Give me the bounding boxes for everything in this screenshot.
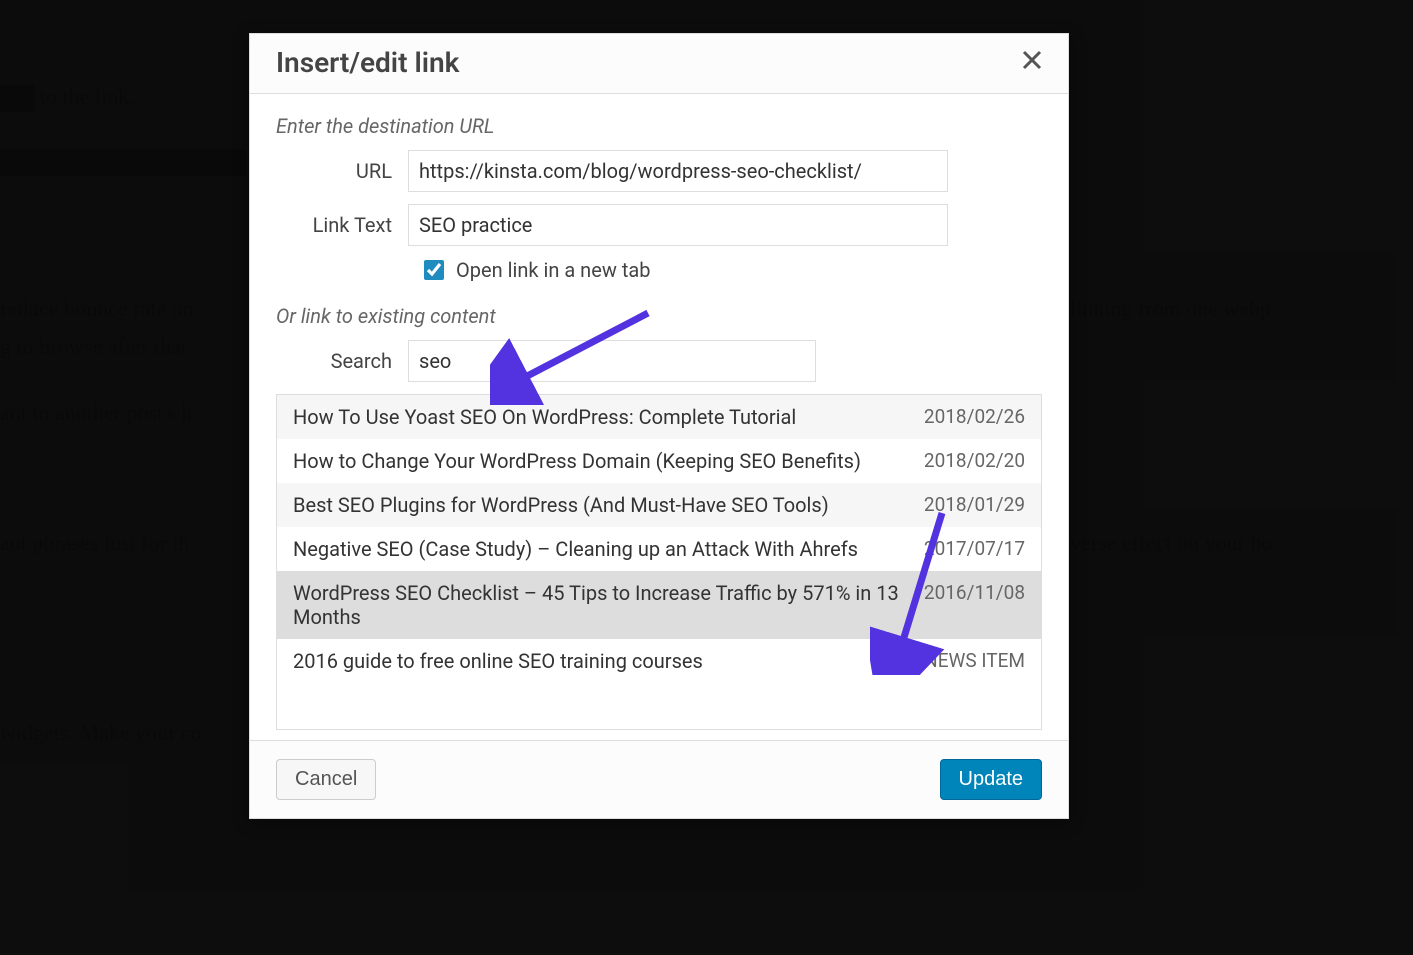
modal-title: Insert/edit link <box>276 46 459 79</box>
search-results-list[interactable]: How To Use Yoast SEO On WordPress: Compl… <box>276 394 1042 730</box>
result-date: 2018/02/26 <box>924 405 1025 428</box>
search-result-item[interactable]: WordPress SEO Checklist – 45 Tips to Inc… <box>277 571 1041 639</box>
result-date: 2016/11/08 <box>924 581 1025 604</box>
close-icon <box>1022 50 1042 70</box>
insert-link-modal: Insert/edit link Enter the destination U… <box>249 33 1069 819</box>
modal-footer: Cancel Update <box>250 740 1068 818</box>
newtab-label: Open link in a new tab <box>456 258 650 282</box>
linktext-label: Link Text <box>276 213 408 237</box>
linktext-row: Link Text <box>276 204 1042 246</box>
url-label: URL <box>276 159 408 183</box>
existing-content-hint: Or link to existing content <box>276 304 1042 328</box>
newtab-checkbox[interactable] <box>424 260 444 280</box>
url-row: URL <box>276 150 1042 192</box>
search-result-item[interactable]: Negative SEO (Case Study) – Cleaning up … <box>277 527 1041 571</box>
search-row: Search <box>276 340 1042 382</box>
url-input[interactable] <box>408 150 948 192</box>
search-result-item[interactable]: How To Use Yoast SEO On WordPress: Compl… <box>277 395 1041 439</box>
result-title: WordPress SEO Checklist – 45 Tips to Inc… <box>293 581 910 629</box>
result-date: NEWS ITEM <box>924 649 1025 672</box>
search-input[interactable] <box>408 340 816 382</box>
search-label: Search <box>276 349 408 373</box>
search-result-item[interactable]: How to Change Your WordPress Domain (Kee… <box>277 439 1041 483</box>
search-result-item[interactable]: 2016 guide to free online SEO training c… <box>277 639 1041 683</box>
modal-header: Insert/edit link <box>250 34 1068 94</box>
linktext-input[interactable] <box>408 204 948 246</box>
close-button[interactable] <box>1022 50 1042 76</box>
result-date: 2018/02/20 <box>924 449 1025 472</box>
newtab-row: Open link in a new tab <box>424 258 1042 282</box>
result-date: 2018/01/29 <box>924 493 1025 516</box>
destination-url-hint: Enter the destination URL <box>276 114 1042 138</box>
result-date: 2017/07/17 <box>924 537 1025 560</box>
update-button[interactable]: Update <box>940 759 1043 800</box>
search-result-item[interactable]: Best SEO Plugins for WordPress (And Must… <box>277 483 1041 527</box>
result-title: 2016 guide to free online SEO training c… <box>293 649 910 673</box>
result-title: How to Change Your WordPress Domain (Kee… <box>293 449 910 473</box>
result-title: Negative SEO (Case Study) – Cleaning up … <box>293 537 910 561</box>
result-title: How To Use Yoast SEO On WordPress: Compl… <box>293 405 910 429</box>
result-title: Best SEO Plugins for WordPress (And Must… <box>293 493 910 517</box>
modal-body: Enter the destination URL URL Link Text … <box>250 94 1068 740</box>
cancel-button[interactable]: Cancel <box>276 759 376 800</box>
